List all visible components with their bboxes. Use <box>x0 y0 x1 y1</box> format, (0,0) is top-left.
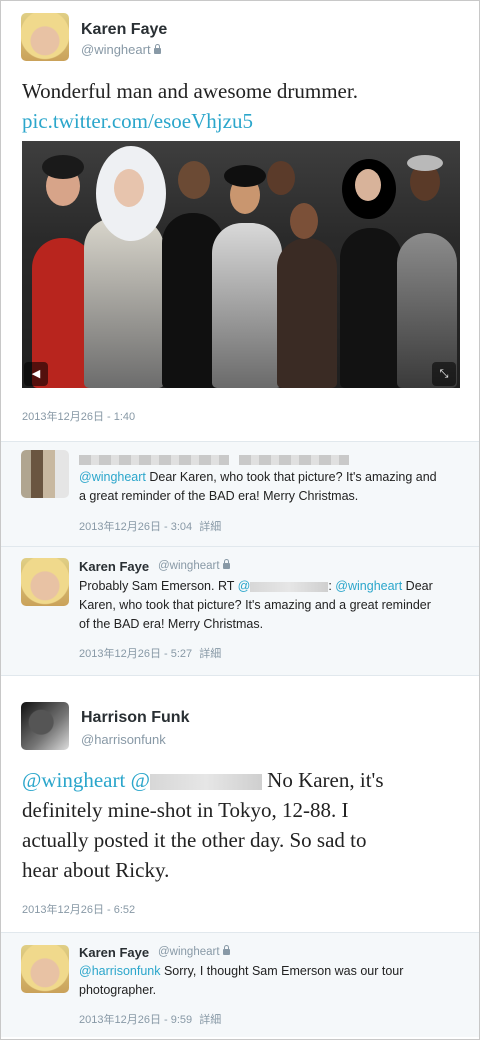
avatar[interactable] <box>21 945 69 993</box>
details-link[interactable]: 詳細 <box>199 1014 221 1026</box>
details-link[interactable]: 詳細 <box>199 648 221 660</box>
collapse-icon[interactable]: ⤡ <box>432 362 456 386</box>
author-name[interactable]: Karen Faye <box>81 21 167 39</box>
reply-timestamp[interactable]: 2013年12月26日 - 5:27 <box>79 648 192 660</box>
photo-figure <box>277 238 337 388</box>
photo-figure <box>267 161 295 195</box>
reply-timestamp[interactable]: 2013年12月26日 - 3:04 <box>79 521 192 533</box>
avatar[interactable] <box>21 450 69 498</box>
author-name[interactable]: Harrison Funk <box>81 709 189 727</box>
tweet-photo[interactable]: ◀ ⤡ <box>22 141 460 388</box>
photo-figure <box>290 203 318 239</box>
author-handle[interactable]: @wingheart <box>158 558 230 572</box>
lock-icon <box>153 43 161 54</box>
mention-link[interactable]: @ <box>238 579 251 593</box>
author-name[interactable]: Karen Faye <box>79 945 149 960</box>
photo-figure <box>42 155 84 179</box>
tweet-timestamp[interactable]: 2013年12月26日 - 6:52 <box>22 901 135 917</box>
reply-text: @harrisonfunk Sorry, I thought Sam Emers… <box>79 964 404 997</box>
redacted-name <box>79 455 229 465</box>
mention-link[interactable]: @wingheart <box>22 768 125 792</box>
reply-text: @wingheart Dear Karen, who took that pic… <box>79 470 437 503</box>
prev-icon[interactable]: ◀ <box>24 362 48 386</box>
reply-tweet: @wingheart Dear Karen, who took that pic… <box>1 442 479 547</box>
reply-meta: 2013年12月26日 - 5:27 詳細 <box>79 645 221 661</box>
avatar[interactable] <box>21 702 69 750</box>
redacted-handle <box>239 455 349 465</box>
photo-figure <box>84 218 164 388</box>
reply-timestamp[interactable]: 2013年12月26日 - 9:59 <box>79 1014 192 1026</box>
redacted-handle <box>250 581 329 592</box>
avatar[interactable] <box>21 558 69 606</box>
reply-meta: 2013年12月26日 - 9:59 詳細 <box>79 1011 221 1027</box>
reply-tweet: Karen Faye @wingheart Probably Sam Emers… <box>1 547 479 676</box>
author-handle[interactable]: @wingheart <box>158 944 230 958</box>
lock-icon <box>222 558 230 569</box>
tweet-main-harrison: Harrison Funk @harrisonfunk @wingheart @… <box>1 676 479 933</box>
author-name[interactable]: Karen Faye <box>79 559 149 574</box>
details-link[interactable]: 詳細 <box>199 521 221 533</box>
lock-icon <box>222 944 230 955</box>
mention-link[interactable]: @wingheart <box>335 579 402 593</box>
mention-link[interactable]: @harrisonfunk <box>79 964 160 978</box>
photo-link[interactable]: pic.twitter.com/esoeVhjzu5 <box>22 106 462 136</box>
photo-figure <box>340 228 402 388</box>
photo-figure <box>355 169 381 201</box>
photo-figure <box>114 169 144 207</box>
author-handle[interactable]: @harrisonfunk <box>81 732 166 747</box>
tweet-text: Wonderful man and awesome drummer. pic.t… <box>22 76 462 136</box>
tweet-timestamp[interactable]: 2013年12月26日 - 1:40 <box>22 408 135 424</box>
photo-figure <box>212 223 282 388</box>
reply-tweet: Karen Faye @wingheart @harrisonfunk Sorr… <box>1 933 479 1037</box>
author-handle[interactable]: @wingheart <box>81 42 161 57</box>
avatar[interactable] <box>21 13 69 61</box>
reply-text: Probably Sam Emerson. RT @: @wingheart D… <box>79 579 433 631</box>
tweet-text: @wingheart @ No Karen, it's definitely m… <box>22 768 384 882</box>
reply-meta: 2013年12月26日 - 3:04 詳細 <box>79 518 221 534</box>
mention-link[interactable]: @wingheart <box>79 470 146 484</box>
photo-figure <box>224 165 266 187</box>
photo-figure <box>178 161 210 199</box>
tweet-main-karen: Karen Faye @wingheart Wonderful man and … <box>1 1 479 442</box>
redacted-handle <box>149 774 262 791</box>
mention-link[interactable]: @ <box>131 768 150 792</box>
photo-figure <box>407 155 443 171</box>
